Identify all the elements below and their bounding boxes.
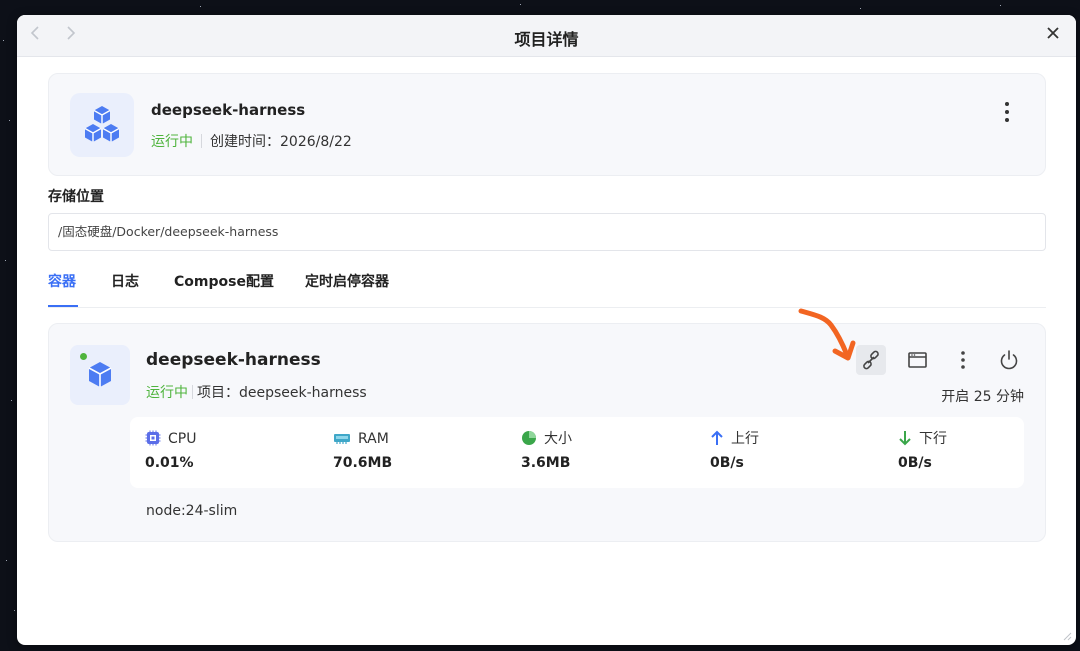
tab-scheduled-start-stop[interactable]: 定时启停容器 xyxy=(305,272,389,308)
running-status-dot xyxy=(80,353,87,360)
stat-download-label: 下行 xyxy=(919,431,947,447)
container-meta: 运行中 项目：deepseek-harness xyxy=(146,382,367,402)
stat-cpu: CPU 0.01% xyxy=(145,429,196,471)
project-meta: 运行中 创建时间：2026/8/22 xyxy=(151,131,352,151)
stat-size-value: 3.6MB xyxy=(521,455,571,471)
storage-path-field[interactable]: /固态硬盘/Docker/deepseek-harness xyxy=(48,213,1046,251)
project-detail-window: 项目详情 deepseek-harness 运行中 创建时间：2026/8/22… xyxy=(17,15,1076,645)
stat-cpu-label: CPU xyxy=(168,431,197,447)
tab-containers[interactable]: 容器 xyxy=(48,272,76,308)
project-status: 运行中 xyxy=(151,134,193,150)
stat-cpu-value: 0.01% xyxy=(145,455,194,471)
open-terminal-button[interactable] xyxy=(902,345,932,375)
annotation-arrow-icon xyxy=(798,308,856,361)
active-tab-indicator xyxy=(48,305,78,307)
project-menu-button[interactable] xyxy=(997,100,1017,124)
stat-ram-value: 70.6MB xyxy=(333,455,393,471)
kebab-icon xyxy=(1005,102,1009,122)
stat-size-label: 大小 xyxy=(544,431,572,447)
window-title: 项目详情 xyxy=(514,30,579,49)
power-icon xyxy=(1000,350,1018,370)
kebab-icon xyxy=(961,351,965,369)
arrow-down-icon xyxy=(899,431,911,446)
terminal-icon xyxy=(908,352,927,368)
power-button[interactable] xyxy=(994,345,1024,375)
stat-download-value: 0B/s xyxy=(898,455,932,471)
divider xyxy=(201,134,202,148)
stat-size: 大小 3.6MB xyxy=(521,429,572,471)
container-uptime: 开启 25 分钟 xyxy=(941,389,1024,405)
close-button[interactable] xyxy=(1042,24,1064,46)
cubes-icon xyxy=(84,106,120,142)
container-stats: CPU 0.01% RAM 70.6MB 大小 3.6MB 上行 0B/s 下行… xyxy=(130,417,1024,488)
storage-label: 存储位置 xyxy=(48,189,104,205)
tab-compose-config[interactable]: Compose配置 xyxy=(174,272,274,308)
title-bar: 项目详情 xyxy=(17,15,1076,57)
divider xyxy=(192,385,193,399)
resize-grip-icon[interactable] xyxy=(1062,631,1072,641)
container-card[interactable]: deepseek-harness 运行中项目：deepseek-harness xyxy=(48,323,1046,542)
arrow-up-icon xyxy=(711,430,723,445)
pie-icon xyxy=(522,431,536,445)
container-project: 项目：deepseek-harness xyxy=(197,385,367,401)
tab-logs[interactable]: 日志 xyxy=(111,272,139,308)
stat-ram: RAM 70.6MB xyxy=(333,429,392,471)
container-name: deepseek-harness xyxy=(146,350,321,370)
project-created: 创建时间：2026/8/22 xyxy=(210,134,352,150)
ram-icon xyxy=(334,434,350,444)
container-icon-box xyxy=(70,345,130,405)
cpu-icon xyxy=(145,430,161,446)
stat-upload-value: 0B/s xyxy=(710,455,744,471)
project-icon-box xyxy=(70,93,134,157)
container-status: 运行中 xyxy=(146,385,188,401)
stat-upload: 上行 0B/s xyxy=(710,429,759,471)
container-image: node:24-slim xyxy=(146,503,238,519)
tab-bar: 容器 日志 Compose配置 定时启停容器 xyxy=(48,272,1046,308)
container-menu-button[interactable] xyxy=(948,345,978,375)
stat-download: 下行 0B/s xyxy=(898,429,947,471)
close-icon xyxy=(1047,27,1059,39)
stat-upload-label: 上行 xyxy=(731,431,759,447)
stat-ram-label: RAM xyxy=(358,431,389,447)
cube-icon xyxy=(88,362,112,387)
project-name: deepseek-harness xyxy=(151,101,306,119)
project-card: deepseek-harness 运行中 创建时间：2026/8/22 xyxy=(48,73,1046,176)
